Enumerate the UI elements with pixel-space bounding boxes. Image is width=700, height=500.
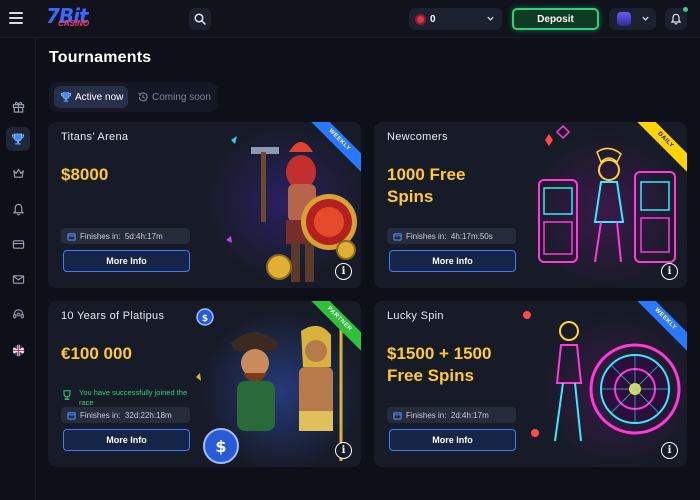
support-icon <box>12 308 24 318</box>
bell-icon <box>12 203 24 215</box>
finish-timer: Finishes in: 2d:4h:17m <box>387 407 516 423</box>
info-icon[interactable]: i <box>661 263 678 280</box>
trophy-icon <box>11 133 25 145</box>
prize-amount: 1000 Free <box>387 165 466 184</box>
calendar-icon <box>393 232 402 241</box>
chevron-down-icon <box>642 16 649 21</box>
finish-label: Finishes in: <box>80 410 121 420</box>
prize-amount: $1500 + 1500 <box>387 344 492 363</box>
tab-label: Coming soon <box>152 91 211 103</box>
notifications-button[interactable] <box>665 6 689 30</box>
finish-time: 32d:22h:18m <box>124 410 172 420</box>
more-info-button[interactable]: More Info <box>389 429 516 451</box>
calendar-icon <box>67 411 76 420</box>
page-title: Tournaments <box>49 49 152 66</box>
calendar-icon <box>393 411 402 420</box>
card-title: Lucky Spin <box>387 310 444 322</box>
card-icon <box>12 239 24 249</box>
trophy-check-icon <box>63 390 71 400</box>
joined-status: You have successfully joined the race <box>61 388 201 408</box>
sidebar <box>0 38 36 500</box>
tab-active-now[interactable]: Active now <box>54 86 128 108</box>
prize-amount: €100 000 <box>61 344 132 363</box>
balance-value: 0 <box>430 13 436 25</box>
currency-icon <box>415 13 426 25</box>
card-title: Titans’ Arena <box>61 131 129 143</box>
tournament-card-platipus[interactable]: $ $ PARTNER 10 Years of Platipus €100 00… <box>48 301 361 467</box>
prize-amount-line2: Free Spins <box>387 366 474 385</box>
sidebar-item-tournaments[interactable] <box>6 127 30 151</box>
prize-amount-line2: Spins <box>387 187 434 206</box>
finish-time: 2d:4h:17m <box>450 410 489 420</box>
card-title: 10 Years of Platipus <box>61 310 165 322</box>
finish-time: 5d:4h:17m <box>124 231 163 241</box>
sidebar-item-messages[interactable] <box>6 267 30 291</box>
info-icon[interactable]: i <box>661 442 678 459</box>
mail-icon <box>12 274 24 284</box>
more-info-button[interactable]: More Info <box>63 429 190 451</box>
deposit-button[interactable]: Deposit <box>512 8 599 30</box>
history-clock-icon <box>138 92 148 102</box>
tab-coming-soon[interactable]: Coming soon <box>133 86 215 108</box>
card-title: Newcomers <box>387 131 448 143</box>
trophy-icon <box>60 92 72 102</box>
sidebar-item-support[interactable] <box>6 302 30 326</box>
language-flag-icon <box>12 344 24 356</box>
top-bar: 7Bit CASINO 0 Deposit <box>0 0 700 38</box>
info-icon[interactable]: i <box>335 442 352 459</box>
joined-text: You have successfully joined the race <box>79 388 188 407</box>
info-icon[interactable]: i <box>335 263 352 280</box>
menu-icon[interactable] <box>9 12 23 24</box>
chevron-down-icon <box>487 16 494 21</box>
sidebar-item-notifications[interactable] <box>6 197 30 221</box>
finish-timer: Finishes in: 32d:22h:18m <box>61 407 190 423</box>
logo-subtext: CASINO <box>58 19 90 28</box>
search-icon <box>194 13 206 25</box>
svg-text:$: $ <box>215 437 226 456</box>
bell-icon <box>670 13 682 25</box>
more-info-button[interactable]: More Info <box>63 250 190 272</box>
avatar <box>617 12 631 26</box>
finish-timer: Finishes in: 5d:4h:17m <box>61 228 190 244</box>
tournament-card-titans-arena[interactable]: WEEKLY Titans’ Arena $8000 Finishes in: … <box>48 122 361 288</box>
tournament-tabs: Active now Coming soon <box>49 82 218 112</box>
finish-timer: Finishes in: 4h:17m:50s <box>387 228 516 244</box>
gift-icon <box>12 101 24 113</box>
more-info-button[interactable]: More Info <box>389 250 516 272</box>
crown-icon <box>12 168 24 178</box>
search-button[interactable] <box>189 8 211 30</box>
finish-label: Finishes in: <box>80 231 121 241</box>
tab-label: Active now <box>75 91 124 103</box>
sidebar-item-payments[interactable] <box>6 232 30 256</box>
profile-button[interactable] <box>609 8 656 30</box>
prize-amount: $8000 <box>61 165 109 184</box>
tournament-card-lucky-spin[interactable]: WEEKLY Lucky Spin $1500 + 1500 Free Spin… <box>374 301 687 467</box>
tournament-card-newcomers[interactable]: DAILY Newcomers 1000 Free Spins Finishes… <box>374 122 687 288</box>
finish-label: Finishes in: <box>406 410 447 420</box>
notification-badge <box>682 6 689 13</box>
sidebar-item-promotions[interactable] <box>6 94 30 118</box>
calendar-icon <box>67 232 76 241</box>
finish-label: Finishes in: <box>406 231 447 241</box>
logo[interactable]: 7Bit CASINO <box>46 4 90 30</box>
sidebar-item-language[interactable] <box>6 338 30 362</box>
balance-selector[interactable]: 0 <box>409 8 502 30</box>
svg-text:$: $ <box>202 314 208 324</box>
finish-time: 4h:17m:50s <box>450 231 493 241</box>
sidebar-item-vip[interactable] <box>6 161 30 185</box>
